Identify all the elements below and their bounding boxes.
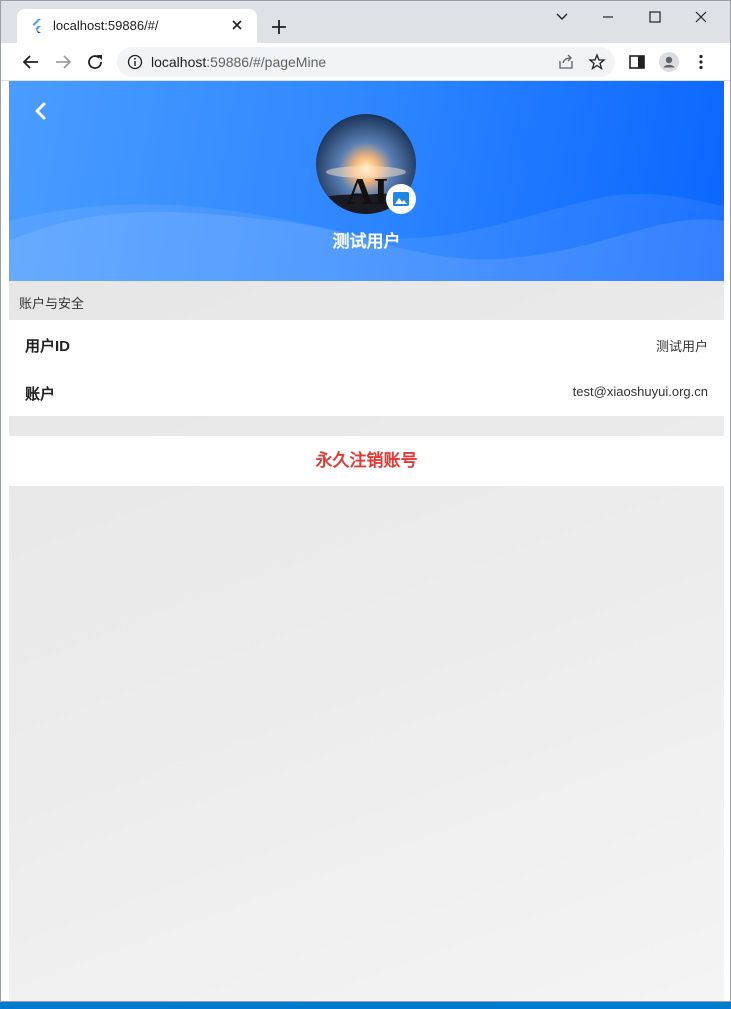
user-id-value: 测试用户: [655, 339, 708, 354]
section-label-account-security: 账户与安全: [19, 296, 85, 311]
browser-tab[interactable]: localhost:59886/#/: [17, 9, 257, 43]
account-row[interactable]: 账户 test@xiaoshuyui.org.cn: [9, 368, 724, 416]
tab-search-icon[interactable]: [539, 5, 585, 29]
browser-toolbar: localhost:59886/#/pageMine: [1, 43, 730, 81]
bookmark-star-icon[interactable]: [588, 53, 606, 71]
back-chevron-icon[interactable]: [29, 99, 53, 123]
svg-text:AI: AI: [346, 171, 388, 213]
delete-account-button[interactable]: 永久注销账号: [9, 436, 724, 486]
reload-icon[interactable]: [83, 50, 107, 74]
user-id-row[interactable]: 用户ID 测试用户: [9, 320, 724, 368]
new-tab-icon[interactable]: [267, 15, 291, 39]
minimize-icon[interactable]: [585, 5, 631, 29]
profile-header: AI 测试用户: [9, 81, 724, 281]
more-menu-icon[interactable]: [691, 52, 711, 72]
account-label: 账户: [25, 386, 56, 403]
account-value: test@xiaoshuyui.org.cn: [572, 384, 708, 399]
maximize-icon[interactable]: [632, 5, 678, 29]
share-icon[interactable]: [557, 53, 575, 71]
url-text: localhost:59886/#/pageMine: [151, 54, 327, 70]
side-panel-icon[interactable]: [627, 52, 647, 72]
close-tab-icon[interactable]: [227, 15, 247, 35]
profile-username: 测试用户: [332, 232, 401, 251]
user-id-label: 用户ID: [25, 338, 71, 355]
flutter-icon: [32, 19, 41, 33]
browser-window: localhost:59886/#/ localhost:59886/#/pag…: [0, 0, 731, 1002]
close-window-icon[interactable]: [678, 5, 724, 29]
browser-titlebar: localhost:59886/#/: [1, 1, 730, 43]
change-avatar-button[interactable]: [386, 184, 416, 214]
profile-icon[interactable]: [659, 52, 679, 72]
image-icon: [393, 192, 409, 206]
forward-arrow-icon[interactable]: [51, 50, 75, 74]
address-bar[interactable]: localhost:59886/#/pageMine: [117, 47, 615, 77]
tab-title: localhost:59886/#/: [53, 18, 159, 33]
back-arrow-icon[interactable]: [19, 50, 43, 74]
mine-page: AI 测试用户 账户与安全 用户ID 测试用户 账户 test@xiaoshuy…: [9, 81, 724, 1001]
account-info-list: 用户ID 测试用户 账户 test@xiaoshuyui.org.cn: [9, 320, 724, 416]
site-info-icon[interactable]: [127, 54, 143, 70]
